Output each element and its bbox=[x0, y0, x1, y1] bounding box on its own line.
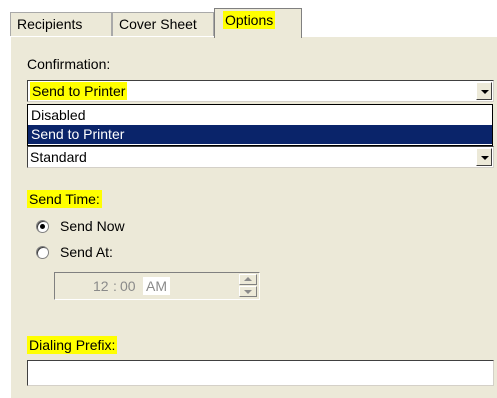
tab-recipients[interactable]: Recipients bbox=[10, 12, 112, 36]
tab-cover-sheet[interactable]: Cover Sheet bbox=[112, 12, 214, 36]
tab-cover-sheet-label: Cover Sheet bbox=[119, 16, 197, 32]
send-at-time-picker[interactable]: 12 : 00 AM bbox=[54, 272, 260, 300]
confirmation-selected-text: Send to Printer bbox=[30, 82, 128, 100]
send-time-label-text: Send Time: bbox=[27, 190, 102, 208]
chevron-down-icon[interactable] bbox=[476, 82, 492, 100]
send-at-label[interactable]: Send At: bbox=[60, 243, 113, 261]
dialing-prefix-label: Dialing Prefix: bbox=[27, 336, 118, 354]
confirmation-selected-value: Send to Printer bbox=[30, 82, 128, 100]
send-now-radio[interactable] bbox=[36, 220, 49, 233]
confirmation-dropdown[interactable]: Send to Printer bbox=[27, 80, 494, 102]
tab-options[interactable]: Options bbox=[214, 8, 302, 38]
chevron-down-icon[interactable] bbox=[476, 148, 492, 166]
tab-recipients-label: Recipients bbox=[17, 16, 83, 32]
tab-options-label: Options bbox=[223, 11, 276, 29]
dialing-prefix-label-text: Dialing Prefix: bbox=[27, 336, 118, 354]
spin-down-icon[interactable] bbox=[239, 286, 257, 297]
confirmation-options-list: Disabled Send to Printer bbox=[27, 104, 493, 146]
confirmation-label: Confirmation: bbox=[27, 56, 111, 72]
time-hour[interactable]: 12 bbox=[93, 277, 109, 295]
fax-options-dialog: Recipients Cover Sheet Options Confirmat… bbox=[0, 0, 497, 398]
send-now-label[interactable]: Send Now bbox=[60, 217, 125, 235]
time-minute[interactable]: 00 bbox=[120, 277, 136, 295]
send-at-radio[interactable] bbox=[36, 246, 49, 259]
confirmation-option-send-to-printer[interactable]: Send to Printer bbox=[28, 125, 492, 144]
second-dropdown[interactable]: Standard bbox=[27, 146, 494, 168]
send-time-label: Send Time: bbox=[27, 190, 102, 208]
tab-strip: Recipients Cover Sheet Options bbox=[0, 8, 497, 38]
time-ampm[interactable]: AM bbox=[143, 277, 170, 295]
spin-up-icon[interactable] bbox=[239, 274, 257, 285]
confirmation-option-disabled[interactable]: Disabled bbox=[28, 106, 492, 125]
second-dropdown-value: Standard bbox=[30, 149, 87, 165]
dialing-prefix-input[interactable] bbox=[27, 360, 494, 386]
time-separator: : bbox=[113, 278, 117, 294]
